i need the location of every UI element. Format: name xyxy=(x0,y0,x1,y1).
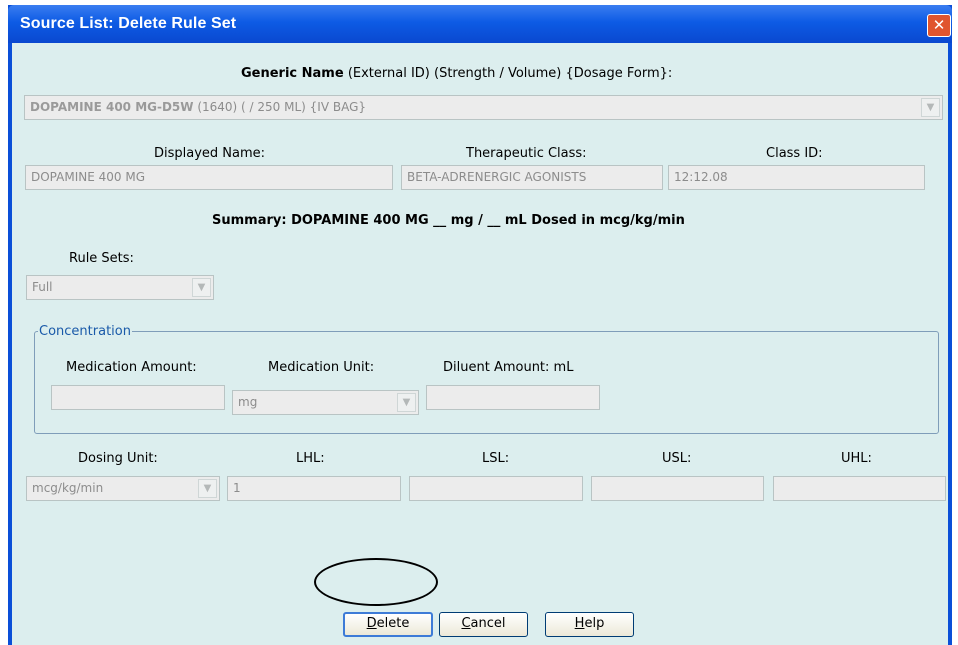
chevron-down-icon[interactable]: ▼ xyxy=(192,278,211,297)
lsl-field[interactable] xyxy=(409,476,583,501)
close-button[interactable]: ✕ xyxy=(927,14,951,37)
generic-name-value: DOPAMINE 400 MG-D5W xyxy=(30,100,194,114)
usl-field[interactable] xyxy=(591,476,764,501)
concentration-group xyxy=(34,331,939,434)
dosing-unit-value: mcg/kg/min xyxy=(32,481,104,495)
uhl-field[interactable] xyxy=(773,476,946,501)
displayed-name-label: Displayed Name: xyxy=(154,146,266,161)
dialog-title: Source List: Delete Rule Set xyxy=(20,15,237,32)
lhl-field[interactable]: 1 xyxy=(227,476,401,501)
rule-sets-select[interactable]: Full ▼ xyxy=(26,275,214,300)
class-id-field[interactable]: 12:12.08 xyxy=(668,165,925,190)
delete-label: elete xyxy=(376,616,410,631)
title-bar[interactable]: Source List: Delete Rule Set ✕ xyxy=(8,5,952,43)
help-button[interactable]: Help xyxy=(545,612,634,637)
medication-amount-field[interactable] xyxy=(51,385,225,410)
dosing-unit-select[interactable]: mcg/kg/min ▼ xyxy=(26,476,220,501)
rule-sets-label: Rule Sets: xyxy=(69,251,134,266)
cancel-mnemonic: C xyxy=(461,616,471,631)
lsl-label: LSL: xyxy=(482,451,510,466)
delete-mnemonic: D xyxy=(366,616,377,631)
therapeutic-class-field[interactable]: BETA-ADRENERGIC AGONISTS xyxy=(401,165,663,190)
medication-unit-label: Medication Unit: xyxy=(268,360,375,375)
summary-text: Summary: DOPAMINE 400 MG __ mg / __ mL D… xyxy=(212,213,685,228)
rule-sets-value: Full xyxy=(32,280,53,294)
chevron-down-icon[interactable]: ▼ xyxy=(198,479,217,498)
medication-unit-value: mg xyxy=(238,395,258,409)
usl-label: USL: xyxy=(662,451,692,466)
concentration-group-title: Concentration xyxy=(38,324,132,339)
class-id-label: Class ID: xyxy=(766,146,823,161)
dialog-window: Source List: Delete Rule Set ✕ Generic N… xyxy=(8,5,952,645)
generic-name-details: (1640) ( / 250 ML) {IV BAG} xyxy=(193,100,367,114)
displayed-name-field[interactable]: DOPAMINE 400 MG xyxy=(25,165,393,190)
help-label: elp xyxy=(584,616,605,631)
lhl-label: LHL: xyxy=(296,451,325,466)
dialog-body: Generic Name (External ID) (Strength / V… xyxy=(12,43,948,645)
uhl-label: UHL: xyxy=(841,451,872,466)
diluent-amount-label: Diluent Amount: mL xyxy=(443,360,574,375)
generic-name-bold-label: Generic Name xyxy=(241,66,344,81)
cancel-label: ancel xyxy=(470,616,506,631)
therapeutic-class-label: Therapeutic Class: xyxy=(466,146,587,161)
generic-name-select[interactable]: DOPAMINE 400 MG-D5W (1640) ( / 250 ML) {… xyxy=(24,95,943,120)
medication-amount-label: Medication Amount: xyxy=(66,360,197,375)
generic-name-rest-label: (External ID) (Strength / Volume) {Dosag… xyxy=(343,66,673,81)
chevron-down-icon[interactable]: ▼ xyxy=(397,393,416,412)
cancel-button[interactable]: Cancel xyxy=(439,612,528,637)
diluent-amount-field[interactable] xyxy=(426,385,600,410)
generic-name-header: Generic Name (External ID) (Strength / V… xyxy=(241,66,672,81)
delete-button[interactable]: Delete xyxy=(343,612,433,637)
close-icon: ✕ xyxy=(932,16,946,34)
highlight-circle xyxy=(314,558,438,606)
chevron-down-icon[interactable]: ▼ xyxy=(921,98,940,117)
medication-unit-select[interactable]: mg ▼ xyxy=(232,390,419,415)
dosing-unit-label: Dosing Unit: xyxy=(78,451,158,466)
help-mnemonic: H xyxy=(574,616,585,631)
